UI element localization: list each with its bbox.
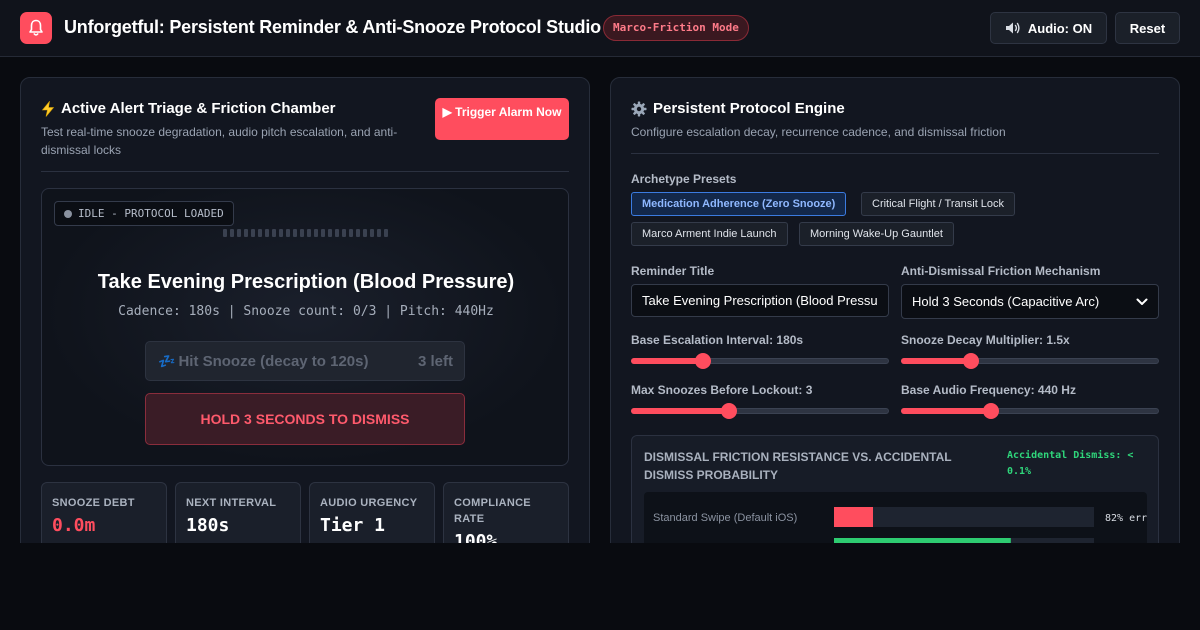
escalation-interval-label: Base Escalation Interval: 180s xyxy=(631,333,804,347)
stat-card-snooze-debt: SNOOZE DEBT 0.0m xyxy=(41,482,167,543)
main-content: Active Alert Triage & Friction Chamber T… xyxy=(0,57,1200,543)
triage-panel: Active Alert Triage & Friction Chamber T… xyxy=(20,77,590,543)
protocol-engine-panel: Persistent Protocol Engine Configure esc… xyxy=(610,77,1180,543)
reminder-stats: Cadence: 180s | Snooze count: 0/3 | Pitc… xyxy=(118,304,494,319)
meter-tick xyxy=(335,229,339,237)
chevron-down-icon xyxy=(1136,298,1148,305)
stat-card-compliance-rate: COMPLIANCE RATE 100% xyxy=(443,482,569,543)
stat-label: SNOOZE DEBT xyxy=(52,497,135,509)
app-title: Unforgetful: Persistent Reminder & Anti-… xyxy=(64,17,601,37)
chart-bar xyxy=(834,507,873,527)
engine-panel-subtitle: Configure escalation decay, recurrence c… xyxy=(631,125,1006,139)
preset-critical-flight[interactable]: Critical Flight / Transit Lock xyxy=(861,192,1016,216)
mode-badge: Marco-Friction Mode xyxy=(603,15,749,41)
sleep-icon: 💤 xyxy=(158,352,176,369)
chart-category-label: Standard Swipe (Default iOS) xyxy=(653,512,797,524)
meter-tick xyxy=(370,229,374,237)
friction-mechanism-select[interactable]: Hold 3 Seconds (Capacitive Arc) xyxy=(901,284,1159,319)
gear-icon xyxy=(631,101,647,116)
meter-tick xyxy=(349,229,353,237)
max-snoozes-label: Max Snoozes Before Lockout: 3 xyxy=(631,383,813,397)
meter-tick xyxy=(300,229,304,237)
hold-to-dismiss-button[interactable]: HOLD 3 SECONDS TO DISMISS xyxy=(145,393,465,445)
stat-card-next-interval: NEXT INTERVAL 180s xyxy=(175,482,301,543)
meter-tick xyxy=(251,229,255,237)
stat-value: 0.0m xyxy=(52,515,96,536)
meter-tick xyxy=(342,229,346,237)
meter-tick xyxy=(272,229,276,237)
snooze-remaining: 3 left xyxy=(417,352,453,370)
presets-label: Archetype Presets xyxy=(631,172,737,186)
stat-label: NEXT INTERVAL xyxy=(186,497,277,509)
stat-value: Tier 1 xyxy=(320,515,386,536)
snooze-label: Hit Snooze (decay to 120s) xyxy=(178,352,369,370)
meter-tick xyxy=(307,229,311,237)
divider xyxy=(631,153,1159,154)
status-dot-icon xyxy=(64,209,72,218)
meter-tick xyxy=(223,229,227,237)
audio-frequency-label: Base Audio Frequency: 440 Hz xyxy=(901,383,1076,397)
meter-tick xyxy=(244,229,248,237)
meter-tick xyxy=(314,229,318,237)
preset-marco-arment-launch[interactable]: Marco Arment Indie Launch xyxy=(631,222,788,246)
friction-chart: Standard Swipe (Default iOS)82% errHold … xyxy=(644,492,1147,543)
meter-tick xyxy=(293,229,297,237)
meter-tick xyxy=(321,229,325,237)
chart-bar xyxy=(834,538,1011,543)
friction-chart-card: DISMISSAL FRICTION RESISTANCE VS. ACCIDE… xyxy=(631,435,1159,543)
reminder-title: Take Evening Prescription (Blood Pressur… xyxy=(97,271,515,293)
slider-thumb[interactable] xyxy=(721,403,738,419)
chart-data-label: 82% err xyxy=(1105,513,1147,524)
meter-tick xyxy=(279,229,283,237)
slider-thumb[interactable] xyxy=(962,353,979,369)
app-header: Unforgetful: Persistent Reminder & Anti-… xyxy=(0,0,1200,57)
meter-tick xyxy=(384,229,388,237)
stat-value: 100% xyxy=(454,531,498,543)
reminder-title-label: Reminder Title xyxy=(631,264,715,278)
engine-panel-title: Persistent Protocol Engine xyxy=(631,100,845,117)
divider xyxy=(41,171,569,172)
bell-icon xyxy=(20,12,52,44)
meter-tick xyxy=(230,229,234,237)
audio-level-meter xyxy=(223,229,388,237)
stat-label: COMPLIANCE RATE xyxy=(454,497,531,525)
status-pill: IDLE - PROTOCOL LOADED xyxy=(54,201,234,226)
meter-tick xyxy=(328,229,332,237)
snooze-button[interactable]: 💤 Hit Snooze (decay to 120s) 3 left xyxy=(145,341,465,381)
stat-card-audio-urgency: AUDIO URGENCY Tier 1 xyxy=(309,482,435,543)
audio-toggle-button[interactable]: Audio: ON xyxy=(990,12,1107,44)
friction-chamber: IDLE - PROTOCOL LOADED Take Evening Pres… xyxy=(41,188,569,466)
meter-tick xyxy=(265,229,269,237)
lightning-icon xyxy=(41,100,55,117)
snooze-decay-slider[interactable] xyxy=(901,353,1159,369)
chart-title: DISMISSAL FRICTION RESISTANCE VS. ACCIDE… xyxy=(644,450,952,482)
escalation-interval-slider[interactable] xyxy=(631,353,889,369)
reminder-title-input[interactable] xyxy=(631,284,889,317)
accidental-dismiss-badge: Accidental Dismiss: < 0.1% xyxy=(1007,450,1134,477)
reset-button[interactable]: Reset xyxy=(1115,12,1180,44)
triage-panel-subtitle: Test real-time snooze degradation, audio… xyxy=(41,125,398,157)
stat-label: AUDIO URGENCY xyxy=(320,497,418,509)
friction-mechanism-value: Hold 3 Seconds (Capacitive Arc) xyxy=(912,294,1100,309)
audio-toggle-label: Audio: ON xyxy=(1027,20,1093,36)
friction-chart-svg: Standard Swipe (Default iOS)82% errHold … xyxy=(653,507,1147,543)
stat-value: 180s xyxy=(186,515,230,536)
meter-tick xyxy=(286,229,290,237)
meter-tick xyxy=(363,229,367,237)
meter-tick xyxy=(237,229,241,237)
triage-panel-title: Active Alert Triage & Friction Chamber xyxy=(41,100,336,117)
preset-medication-adherence[interactable]: Medication Adherence (Zero Snooze) xyxy=(631,192,847,216)
meter-tick xyxy=(356,229,360,237)
meter-tick xyxy=(258,229,262,237)
max-snoozes-slider[interactable] xyxy=(631,403,889,419)
trigger-alarm-button[interactable]: ▶ Trigger Alarm Now xyxy=(435,98,569,140)
friction-mechanism-label: Anti-Dismissal Friction Mechanism xyxy=(901,264,1101,278)
slider-thumb[interactable] xyxy=(695,353,712,369)
snooze-decay-label: Snooze Decay Multiplier: 1.5x xyxy=(901,333,1070,347)
preset-morning-wakeup[interactable]: Morning Wake-Up Gauntlet xyxy=(799,222,954,246)
speaker-icon xyxy=(1005,22,1020,34)
slider-thumb[interactable] xyxy=(983,403,1000,419)
audio-frequency-slider[interactable] xyxy=(901,403,1159,419)
meter-tick xyxy=(377,229,381,237)
